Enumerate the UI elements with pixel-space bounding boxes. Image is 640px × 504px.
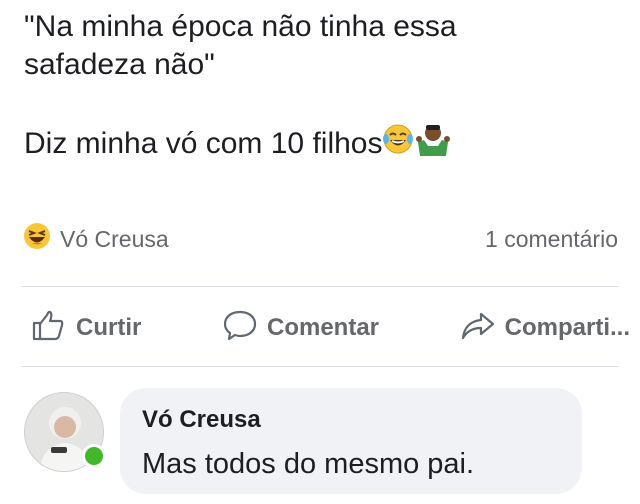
post-text: "Na minha época não tinha essa safadeza … [24,8,624,166]
divider [22,366,618,367]
speech-bubble-icon [221,306,259,351]
post-text-line-2: safadeza não" [24,48,215,81]
comment-label: Comentar [266,314,380,341]
post-text-line-1: "Na minha época não tinha essa [24,10,457,43]
share-button[interactable]: Comparti... [459,306,630,351]
comment-button[interactable]: Comentar [221,306,379,351]
thumbs-up-icon [30,306,68,351]
share-arrow-icon [459,306,497,351]
comment-text: Mas todos do mesmo pai. [142,448,475,480]
comment-item: Vó Creusa Mas todos do mesmo pai. [22,388,622,498]
comment-bubble: Vó Creusa Mas todos do mesmo pai. [120,388,582,494]
share-label: Comparti... [504,314,630,341]
reaction-summary[interactable]: Vó Creusa [22,221,169,257]
like-label: Curtir [76,314,142,341]
post-text-line-3: Diz minha vó com 10 filhos [24,122,624,166]
like-button[interactable]: Curtir [30,306,141,351]
reaction-bar: Vó Creusa 1 comentário [22,222,618,256]
divider [22,286,618,287]
online-status-indicator [82,444,106,468]
comment-author[interactable]: Vó Creusa [142,406,261,434]
comment-count-link[interactable]: 1 comentário [485,226,618,253]
laughing-face-icon [22,221,52,257]
shrugging-man-icon [414,122,452,166]
post-text-line-3-label: Diz minha vó com 10 filhos [24,127,383,160]
reactor-name: Vó Creusa [60,225,169,252]
laughing-crying-face-icon [382,123,414,165]
action-bar: Curtir Comentar Comparti... [30,304,630,352]
